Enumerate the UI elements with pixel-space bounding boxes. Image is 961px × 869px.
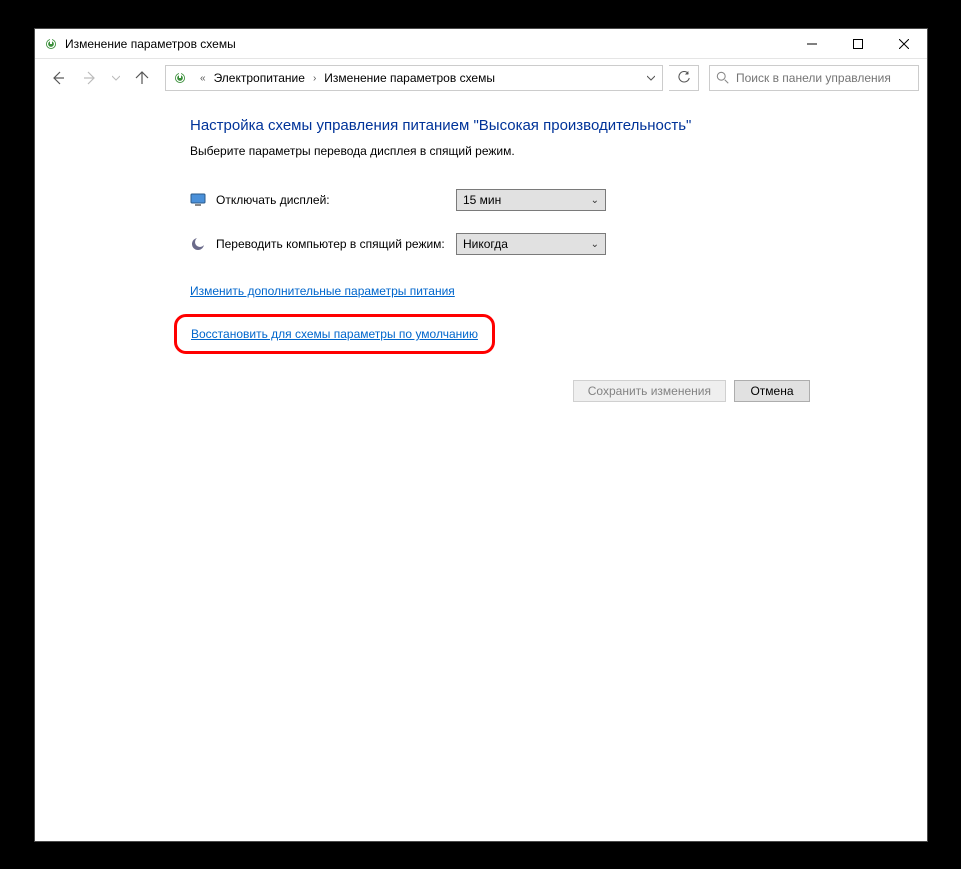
inner-panel: Настройка схемы управления питанием "Выс… — [190, 117, 810, 402]
setting-display-off: Отключать дисплей: 15 мин ⌄ — [190, 186, 810, 214]
display-off-label: Отключать дисплей: — [216, 193, 456, 207]
refresh-button[interactable] — [669, 65, 699, 91]
page-title: Настройка схемы управления питанием "Выс… — [190, 117, 810, 134]
address-dropdown[interactable] — [640, 66, 662, 90]
select-value: Никогда — [463, 237, 508, 251]
sleep-label: Переводить компьютер в спящий режим: — [216, 237, 456, 251]
maximize-button[interactable] — [835, 29, 881, 58]
minimize-icon — [807, 39, 817, 49]
breadcrumb-item[interactable]: Электропитание — [212, 71, 307, 85]
refresh-icon — [677, 71, 691, 85]
advanced-settings-link[interactable]: Изменить дополнительные параметры питани… — [190, 284, 455, 298]
recent-button[interactable] — [107, 63, 125, 93]
window-frame: Изменение параметров схемы — [34, 28, 928, 842]
addressbar[interactable]: « Электропитание › Изменение параметров … — [165, 65, 663, 91]
setting-sleep: Переводить компьютер в спящий режим: Ник… — [190, 230, 810, 258]
close-icon — [899, 39, 909, 49]
minimize-button[interactable] — [789, 29, 835, 58]
monitor-icon — [190, 192, 206, 208]
save-button: Сохранить изменения — [573, 380, 726, 402]
highlight-annotation: Восстановить для схемы параметры по умол… — [174, 314, 495, 354]
restore-defaults-link[interactable]: Восстановить для схемы параметры по умол… — [191, 327, 478, 341]
power-icon — [172, 70, 188, 86]
display-off-select[interactable]: 15 мин ⌄ — [456, 189, 606, 211]
window-title: Изменение параметров схемы — [65, 37, 789, 51]
up-button[interactable] — [127, 63, 157, 93]
titlebar: Изменение параметров схемы — [35, 29, 927, 59]
chevron-down-icon — [647, 74, 655, 82]
cancel-button[interactable]: Отмена — [734, 380, 810, 402]
select-value: 15 мин — [463, 193, 501, 207]
maximize-icon — [853, 39, 863, 49]
button-row: Сохранить изменения Отмена — [190, 380, 810, 402]
breadcrumb-sep-icon: « — [194, 73, 212, 84]
window-buttons — [789, 29, 927, 58]
search-box[interactable] — [709, 65, 919, 91]
search-input[interactable] — [736, 71, 918, 85]
arrow-left-icon — [50, 70, 66, 86]
power-icon — [43, 36, 59, 52]
navbar: « Электропитание › Изменение параметров … — [35, 59, 927, 97]
search-icon — [716, 71, 730, 85]
back-button[interactable] — [43, 63, 73, 93]
chevron-down-icon — [112, 74, 120, 82]
breadcrumb-sep-icon: › — [307, 73, 322, 84]
breadcrumb-item[interactable]: Изменение параметров схемы — [322, 71, 497, 85]
sleep-select[interactable]: Никогда ⌄ — [456, 233, 606, 255]
content-area: Настройка схемы управления питанием "Выс… — [35, 97, 927, 841]
arrow-up-icon — [134, 70, 150, 86]
moon-icon — [190, 236, 206, 252]
page-subtitle: Выберите параметры перевода дисплея в сп… — [190, 144, 810, 158]
chevron-down-icon: ⌄ — [591, 195, 599, 206]
link-row: Изменить дополнительные параметры питани… — [190, 282, 810, 300]
close-button[interactable] — [881, 29, 927, 58]
arrow-right-icon — [82, 70, 98, 86]
forward-button[interactable] — [75, 63, 105, 93]
chevron-down-icon: ⌄ — [591, 239, 599, 250]
